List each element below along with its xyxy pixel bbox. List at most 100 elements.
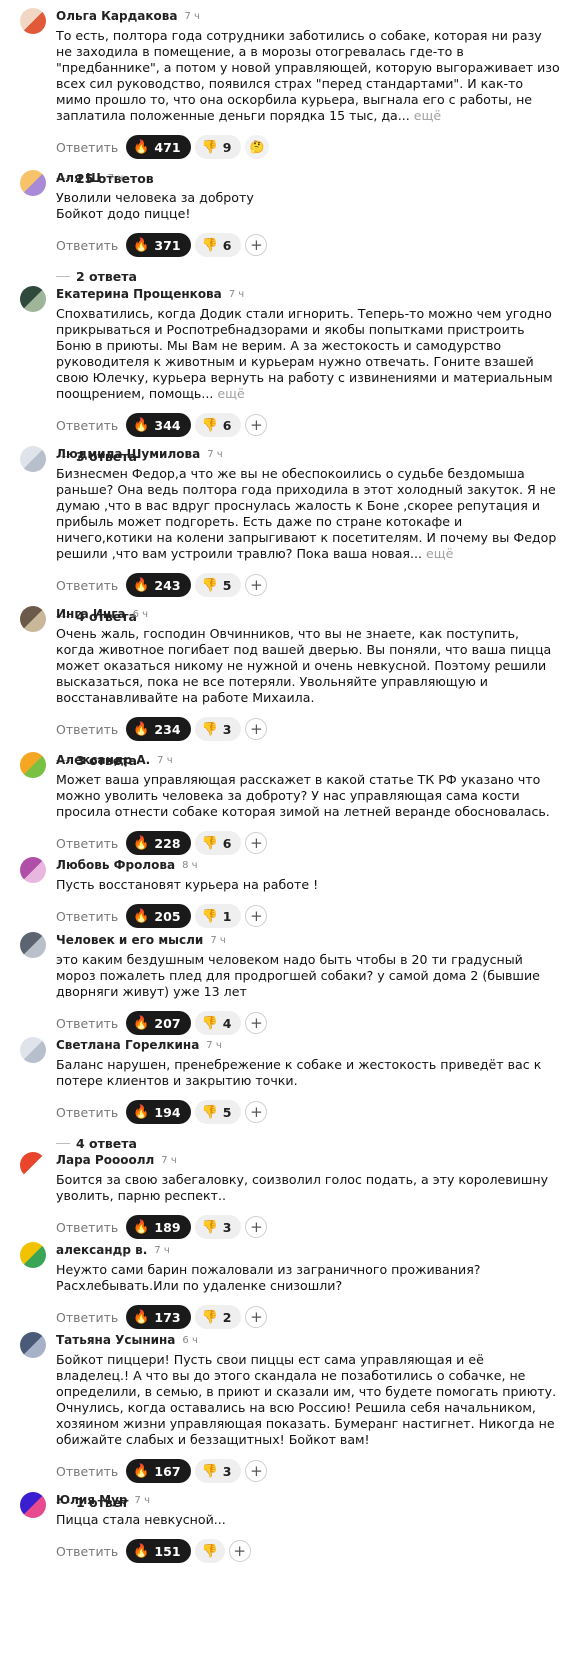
- reply-button[interactable]: Ответить: [56, 1220, 118, 1235]
- dislike-button[interactable]: 👎 1: [194, 904, 242, 928]
- show-more-link[interactable]: ещё: [217, 386, 244, 401]
- add-reaction-button[interactable]: +: [245, 1216, 268, 1238]
- avatar[interactable]: [20, 857, 46, 883]
- author-name[interactable]: Инга Инга: [56, 607, 126, 621]
- comment-body: это каким бездушным человеком надо быть …: [56, 952, 540, 999]
- add-reaction-button[interactable]: +: [245, 1101, 268, 1123]
- reply-button[interactable]: Ответить: [56, 1016, 118, 1031]
- author-name[interactable]: Светлана Горелкина: [56, 1038, 199, 1052]
- avatar[interactable]: [20, 1152, 46, 1178]
- avatar[interactable]: [20, 1332, 46, 1358]
- comment-actions: Ответить 🔥 167 👎 3 +: [56, 1458, 560, 1484]
- timestamp: 7 ч: [134, 1494, 150, 1506]
- dislike-count: 1: [222, 908, 232, 924]
- author-name[interactable]: Екатерина Прощенкова: [56, 287, 222, 301]
- fire-icon: 🔥: [133, 721, 150, 737]
- add-reaction-button[interactable]: +: [245, 414, 268, 436]
- like-count: 234: [154, 721, 181, 737]
- like-button[interactable]: 🔥 371: [126, 233, 191, 257]
- author-name[interactable]: Александр А.: [56, 753, 150, 767]
- add-reaction-button[interactable]: +: [245, 1306, 268, 1328]
- avatar[interactable]: [20, 8, 46, 34]
- add-reaction-button[interactable]: +: [245, 1012, 268, 1034]
- author-name[interactable]: Любовь Фролова: [56, 858, 175, 872]
- like-count: 173: [154, 1309, 181, 1325]
- comment-header: Светлана Горелкина 7 ч: [56, 1035, 560, 1055]
- author-name[interactable]: Ольга Кардакова: [56, 9, 178, 23]
- show-more-link[interactable]: ещё: [426, 546, 453, 561]
- author-name[interactable]: Юлия Мур: [56, 1493, 128, 1507]
- author-name[interactable]: Людмила Шумилова: [56, 447, 200, 461]
- reply-button[interactable]: Ответить: [56, 909, 118, 924]
- comment-actions: Ответить 🔥 371 👎 6 +: [56, 232, 560, 258]
- like-button[interactable]: 🔥 205: [126, 904, 191, 928]
- author-name[interactable]: Человек и его мысли: [56, 933, 203, 947]
- dislike-button[interactable]: 👎 5: [194, 573, 242, 597]
- avatar[interactable]: [20, 1492, 46, 1518]
- dislike-button[interactable]: 👎 3: [194, 717, 242, 741]
- reply-button[interactable]: Ответить: [56, 238, 118, 253]
- dislike-button[interactable]: 👎 4: [194, 1011, 242, 1035]
- avatar[interactable]: [20, 606, 46, 632]
- comment-actions: Ответить 🔥 243 👎 5 +: [56, 572, 560, 598]
- author-name[interactable]: Татьяна Усынина: [56, 1333, 175, 1347]
- avatar[interactable]: [20, 1037, 46, 1063]
- add-reaction-button[interactable]: +: [228, 1540, 251, 1562]
- avatar[interactable]: [20, 1242, 46, 1268]
- avatar[interactable]: [20, 286, 46, 312]
- like-count: 371: [154, 237, 181, 253]
- like-button[interactable]: 🔥 167: [126, 1459, 191, 1483]
- add-reaction-button[interactable]: +: [245, 574, 268, 596]
- comment-actions: Ответить 🔥 207 👎 4 +: [56, 1010, 560, 1036]
- like-button[interactable]: 🔥 344: [126, 413, 191, 437]
- avatar[interactable]: [20, 170, 46, 196]
- add-reaction-button[interactable]: +: [245, 234, 268, 256]
- author-name[interactable]: александр в.: [56, 1243, 147, 1257]
- dislike-button[interactable]: 👎 3: [194, 1215, 242, 1239]
- like-count: 344: [154, 417, 181, 433]
- like-button[interactable]: 🔥 189: [126, 1215, 191, 1239]
- thumbs-down-icon: 👎: [201, 1104, 218, 1120]
- dislike-button[interactable]: 👎 9: [194, 135, 242, 159]
- like-button[interactable]: 🔥 173: [126, 1305, 191, 1329]
- reply-button[interactable]: Ответить: [56, 1105, 118, 1120]
- reply-button[interactable]: Ответить: [56, 722, 118, 737]
- avatar[interactable]: [20, 932, 46, 958]
- author-name[interactable]: Лара Роооолл: [56, 1153, 154, 1167]
- reply-button[interactable]: Ответить: [56, 836, 118, 851]
- dislike-count: 9: [222, 139, 232, 155]
- reply-button[interactable]: Ответить: [56, 1310, 118, 1325]
- reply-button[interactable]: Ответить: [56, 140, 118, 155]
- thinking-face-icon[interactable]: 🤔: [245, 135, 270, 159]
- like-button[interactable]: 🔥 471: [126, 135, 191, 159]
- timestamp: 6 ч: [132, 608, 149, 620]
- dislike-count: 5: [222, 1104, 232, 1120]
- reply-button[interactable]: Ответить: [56, 1464, 118, 1479]
- like-button[interactable]: 🔥 228: [126, 831, 191, 855]
- avatar[interactable]: [20, 752, 46, 778]
- like-button[interactable]: 🔥 243: [126, 573, 191, 597]
- dislike-button[interactable]: 👎 5: [194, 1100, 242, 1124]
- add-reaction-button[interactable]: +: [245, 718, 268, 740]
- add-reaction-button[interactable]: +: [245, 1460, 268, 1482]
- author-name[interactable]: Аля Ш: [56, 171, 101, 185]
- avatar[interactable]: [20, 446, 46, 472]
- like-button[interactable]: 🔥 151: [126, 1539, 191, 1563]
- dislike-button[interactable]: 👎 6: [194, 233, 242, 257]
- add-reaction-button[interactable]: +: [245, 905, 268, 927]
- show-more-link[interactable]: ещё: [414, 108, 441, 123]
- dislike-button[interactable]: 👎 3: [194, 1459, 242, 1483]
- reply-button[interactable]: Ответить: [56, 1544, 118, 1559]
- replies-toggle[interactable]: 2 ответа: [56, 266, 560, 286]
- like-button[interactable]: 🔥 194: [126, 1100, 191, 1124]
- dislike-button[interactable]: 👎: [194, 1539, 225, 1563]
- reply-button[interactable]: Ответить: [56, 578, 118, 593]
- dislike-button[interactable]: 👎 6: [194, 413, 242, 437]
- like-button[interactable]: 🔥 207: [126, 1011, 191, 1035]
- dislike-button[interactable]: 👎 6: [194, 831, 242, 855]
- like-button[interactable]: 🔥 234: [126, 717, 191, 741]
- dislike-button[interactable]: 👎 2: [194, 1305, 242, 1329]
- add-reaction-button[interactable]: +: [245, 832, 268, 854]
- comment-actions: Ответить 🔥 151 👎 +: [56, 1538, 560, 1564]
- reply-button[interactable]: Ответить: [56, 418, 118, 433]
